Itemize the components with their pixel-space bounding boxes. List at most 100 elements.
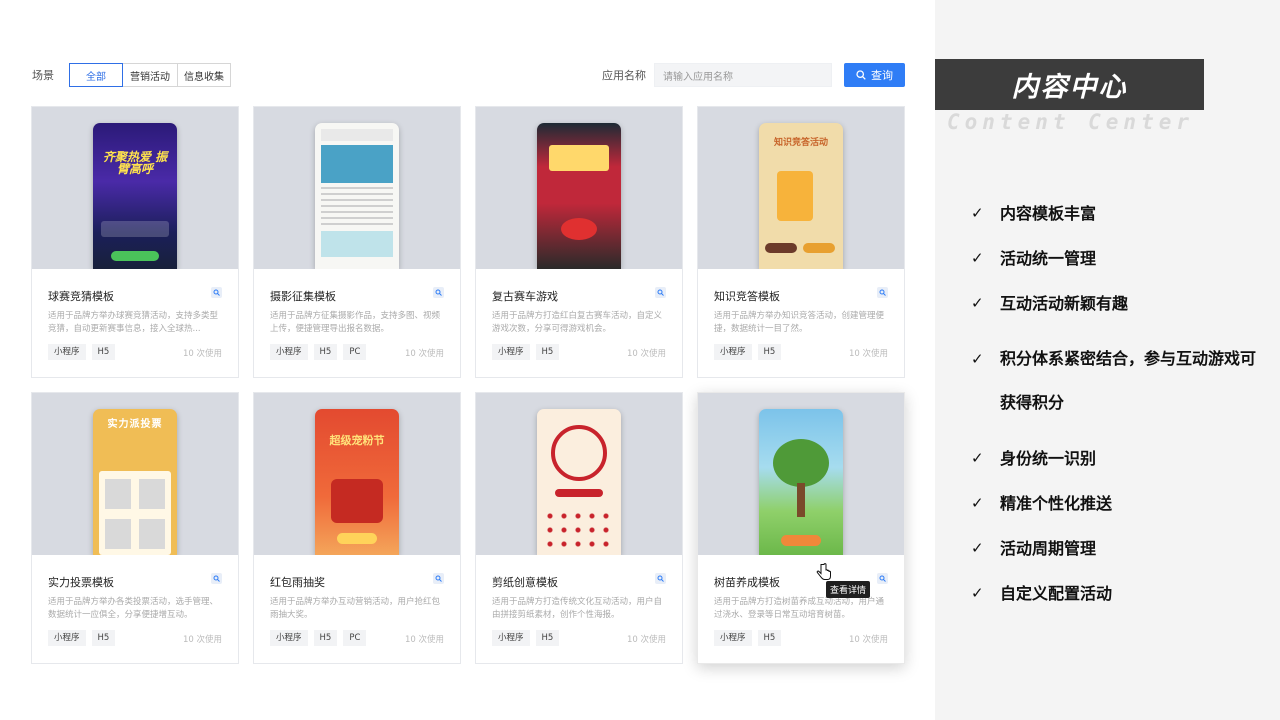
preview-title: 超级宠粉节 [329, 434, 385, 447]
phone-preview [315, 123, 399, 269]
card-tags: 小程序 H5 PC [270, 344, 372, 360]
template-thumbnail [254, 107, 460, 269]
tag: PC [343, 344, 367, 360]
template-thumbnail [476, 107, 682, 269]
card-description: 适用于品牌方打造传统文化互动活动，用户自由拼接剪纸素材，创作个性海报。 [492, 597, 663, 620]
card-title: 球赛竞猜模板 [48, 290, 114, 303]
tag: PC [343, 630, 367, 646]
phone-preview [759, 409, 843, 555]
template-thumbnail: 实力派投票 [32, 393, 238, 555]
usage-count: 10 次使用 [182, 349, 222, 359]
card-title: 树苗养成模板 [714, 576, 780, 589]
template-thumbnail: 齐聚热爱 振臂高呼 [32, 107, 238, 269]
search-input[interactable]: 请输入应用名称 [654, 63, 832, 87]
phone-preview: 实力派投票 [93, 409, 177, 555]
search-button-label: 查询 [871, 69, 893, 82]
card-description: 适用于品牌方举办各类投票活动，选手管理、数据统计一应俱全，分享便捷增互动。 [48, 597, 219, 620]
tag: 小程序 [48, 630, 86, 646]
feature-item: ✓ 积分体系紧密结合，参与互动游戏可获得积分 [971, 337, 1271, 425]
check-icon: ✓ [971, 449, 984, 467]
check-icon: ✓ [971, 249, 984, 267]
phone-preview: 知识竞答活动 [759, 123, 843, 269]
card-tags: 小程序 H5 [48, 630, 121, 646]
usage-count: 10 次使用 [848, 349, 888, 359]
scene-option-marketing[interactable]: 营销活动 [122, 63, 178, 87]
search-button[interactable]: 查询 [844, 63, 905, 87]
usage-count: 10 次使用 [182, 635, 222, 645]
view-detail-icon[interactable] [433, 287, 444, 298]
tag: 小程序 [714, 630, 752, 646]
check-icon: ✓ [971, 584, 984, 602]
usage-count: 10 次使用 [404, 349, 444, 359]
tag: H5 [91, 344, 116, 360]
template-card[interactable]: 超级宠粉节 红包雨抽奖 适用于品牌方举办互动营销活动，用户抢红包雨抽大奖。 小程… [253, 392, 461, 664]
preview-title: 实力派投票 [107, 419, 163, 430]
view-detail-icon[interactable] [433, 573, 444, 584]
phone-preview [537, 123, 621, 269]
phone-preview: 超级宠粉节 [315, 409, 399, 555]
template-thumbnail [476, 393, 682, 555]
preview-title: 齐聚热爱 振臂高呼 [102, 150, 168, 176]
template-card[interactable]: 齐聚热爱 振臂高呼 球赛竞猜模板 适用于品牌方举办球赛竞猜活动，支持多类型竞猜，… [31, 106, 239, 378]
template-thumbnail: 超级宠粉节 [254, 393, 460, 555]
tag: H5 [91, 630, 116, 646]
template-card[interactable]: 剪纸创意模板 适用于品牌方打造传统文化互动活动，用户自由拼接剪纸素材，创作个性海… [475, 392, 683, 664]
preview-title: 知识竞答活动 [773, 138, 828, 148]
card-tags: 小程序 H5 [492, 630, 565, 646]
card-description: 适用于品牌方举办球赛竞猜活动，支持多类型竞猜，自动更新赛事信息，接入全球热... [48, 311, 219, 334]
check-icon: ✓ [971, 350, 984, 368]
usage-count: 10 次使用 [404, 635, 444, 645]
view-detail-icon[interactable] [211, 573, 222, 584]
card-title: 实力投票模板 [48, 576, 114, 589]
tag: H5 [313, 344, 338, 360]
template-thumbnail: 知识竞答活动 [698, 107, 904, 269]
tag: 小程序 [270, 344, 308, 360]
card-title: 知识竞答模板 [714, 290, 780, 303]
feature-item: ✓ 活动周期管理 [971, 539, 1097, 558]
panel-subtitle: Content Center [947, 110, 1195, 134]
card-description: 适用于品牌方举办互动营销活动，用户抢红包雨抽大奖。 [270, 597, 441, 620]
tag: 小程序 [492, 344, 530, 360]
feature-item: ✓ 精准个性化推送 [971, 494, 1113, 513]
template-card[interactable]: 复古赛车游戏 适用于品牌方打造红白复古赛车活动，自定义游戏次数，分享可得游戏机会… [475, 106, 683, 378]
phone-preview [537, 409, 621, 555]
tag: 小程序 [714, 344, 752, 360]
scene-option-info-collect[interactable]: 信息收集 [177, 63, 231, 87]
template-thumbnail [698, 393, 904, 555]
card-title: 复古赛车游戏 [492, 290, 558, 303]
feature-item: ✓ 身份统一识别 [971, 449, 1097, 468]
check-icon: ✓ [971, 204, 984, 222]
template-card[interactable]: 摄影征集模板 适用于品牌方征集摄影作品，支持多图、视频上传，便捷管理导出报名数据… [253, 106, 461, 378]
view-detail-icon[interactable] [211, 287, 222, 298]
card-tags: 小程序 H5 [492, 344, 565, 360]
tag: H5 [535, 344, 560, 360]
usage-count: 10 次使用 [626, 349, 666, 359]
template-card[interactable]: 树苗养成模板 适用于品牌方打造树苗养成互动活动，用户通过浇水、登录等日常互动培育… [697, 392, 905, 664]
content-center-panel: 内容中心 Content Center ✓ 内容模板丰富 ✓ 活动统一管理 ✓ 互动活… [935, 0, 1280, 720]
card-title: 摄影征集模板 [270, 290, 336, 303]
card-title: 红包雨抽奖 [270, 576, 325, 589]
view-detail-icon[interactable] [877, 573, 888, 584]
panel-title: 内容中心 [1011, 72, 1128, 103]
template-card[interactable]: 实力派投票 实力投票模板 适用于品牌方举办各类投票活动，选手管理、数据统计一应俱… [31, 392, 239, 664]
scene-option-all[interactable]: 全部 [69, 63, 123, 87]
tag: 小程序 [492, 630, 530, 646]
usage-count: 10 次使用 [626, 635, 666, 645]
template-gallery: 场景 全部 营销活动 信息收集 应用名称 请输入应用名称 查询 齐聚热爱 振臂高… [0, 0, 935, 720]
usage-count: 10 次使用 [848, 635, 888, 645]
feature-list: ✓ 内容模板丰富 ✓ 活动统一管理 ✓ 互动活动新颖有趣 ✓ 积分体系紧密结合，参与互动… [971, 202, 1271, 605]
view-detail-tooltip: 查看详情 [826, 581, 871, 598]
feature-item: ✓ 活动统一管理 [971, 249, 1097, 268]
tag: 小程序 [270, 630, 308, 646]
scene-filter: 场景 全部 营销活动 信息收集 [32, 63, 231, 87]
check-icon: ✓ [971, 494, 984, 512]
view-detail-icon[interactable] [655, 573, 666, 584]
view-detail-icon[interactable] [655, 287, 666, 298]
scene-filter-label: 场景 [32, 69, 54, 82]
search-label: 应用名称 [602, 69, 646, 82]
view-detail-icon[interactable] [877, 287, 888, 298]
template-card[interactable]: 知识竞答活动 知识竞答模板 适用于品牌方举办知识竞答活动，创建管理便捷，数据统计… [697, 106, 905, 378]
check-icon: ✓ [971, 294, 984, 312]
card-tags: 小程序 H5 [48, 344, 121, 360]
tag: H5 [313, 630, 338, 646]
